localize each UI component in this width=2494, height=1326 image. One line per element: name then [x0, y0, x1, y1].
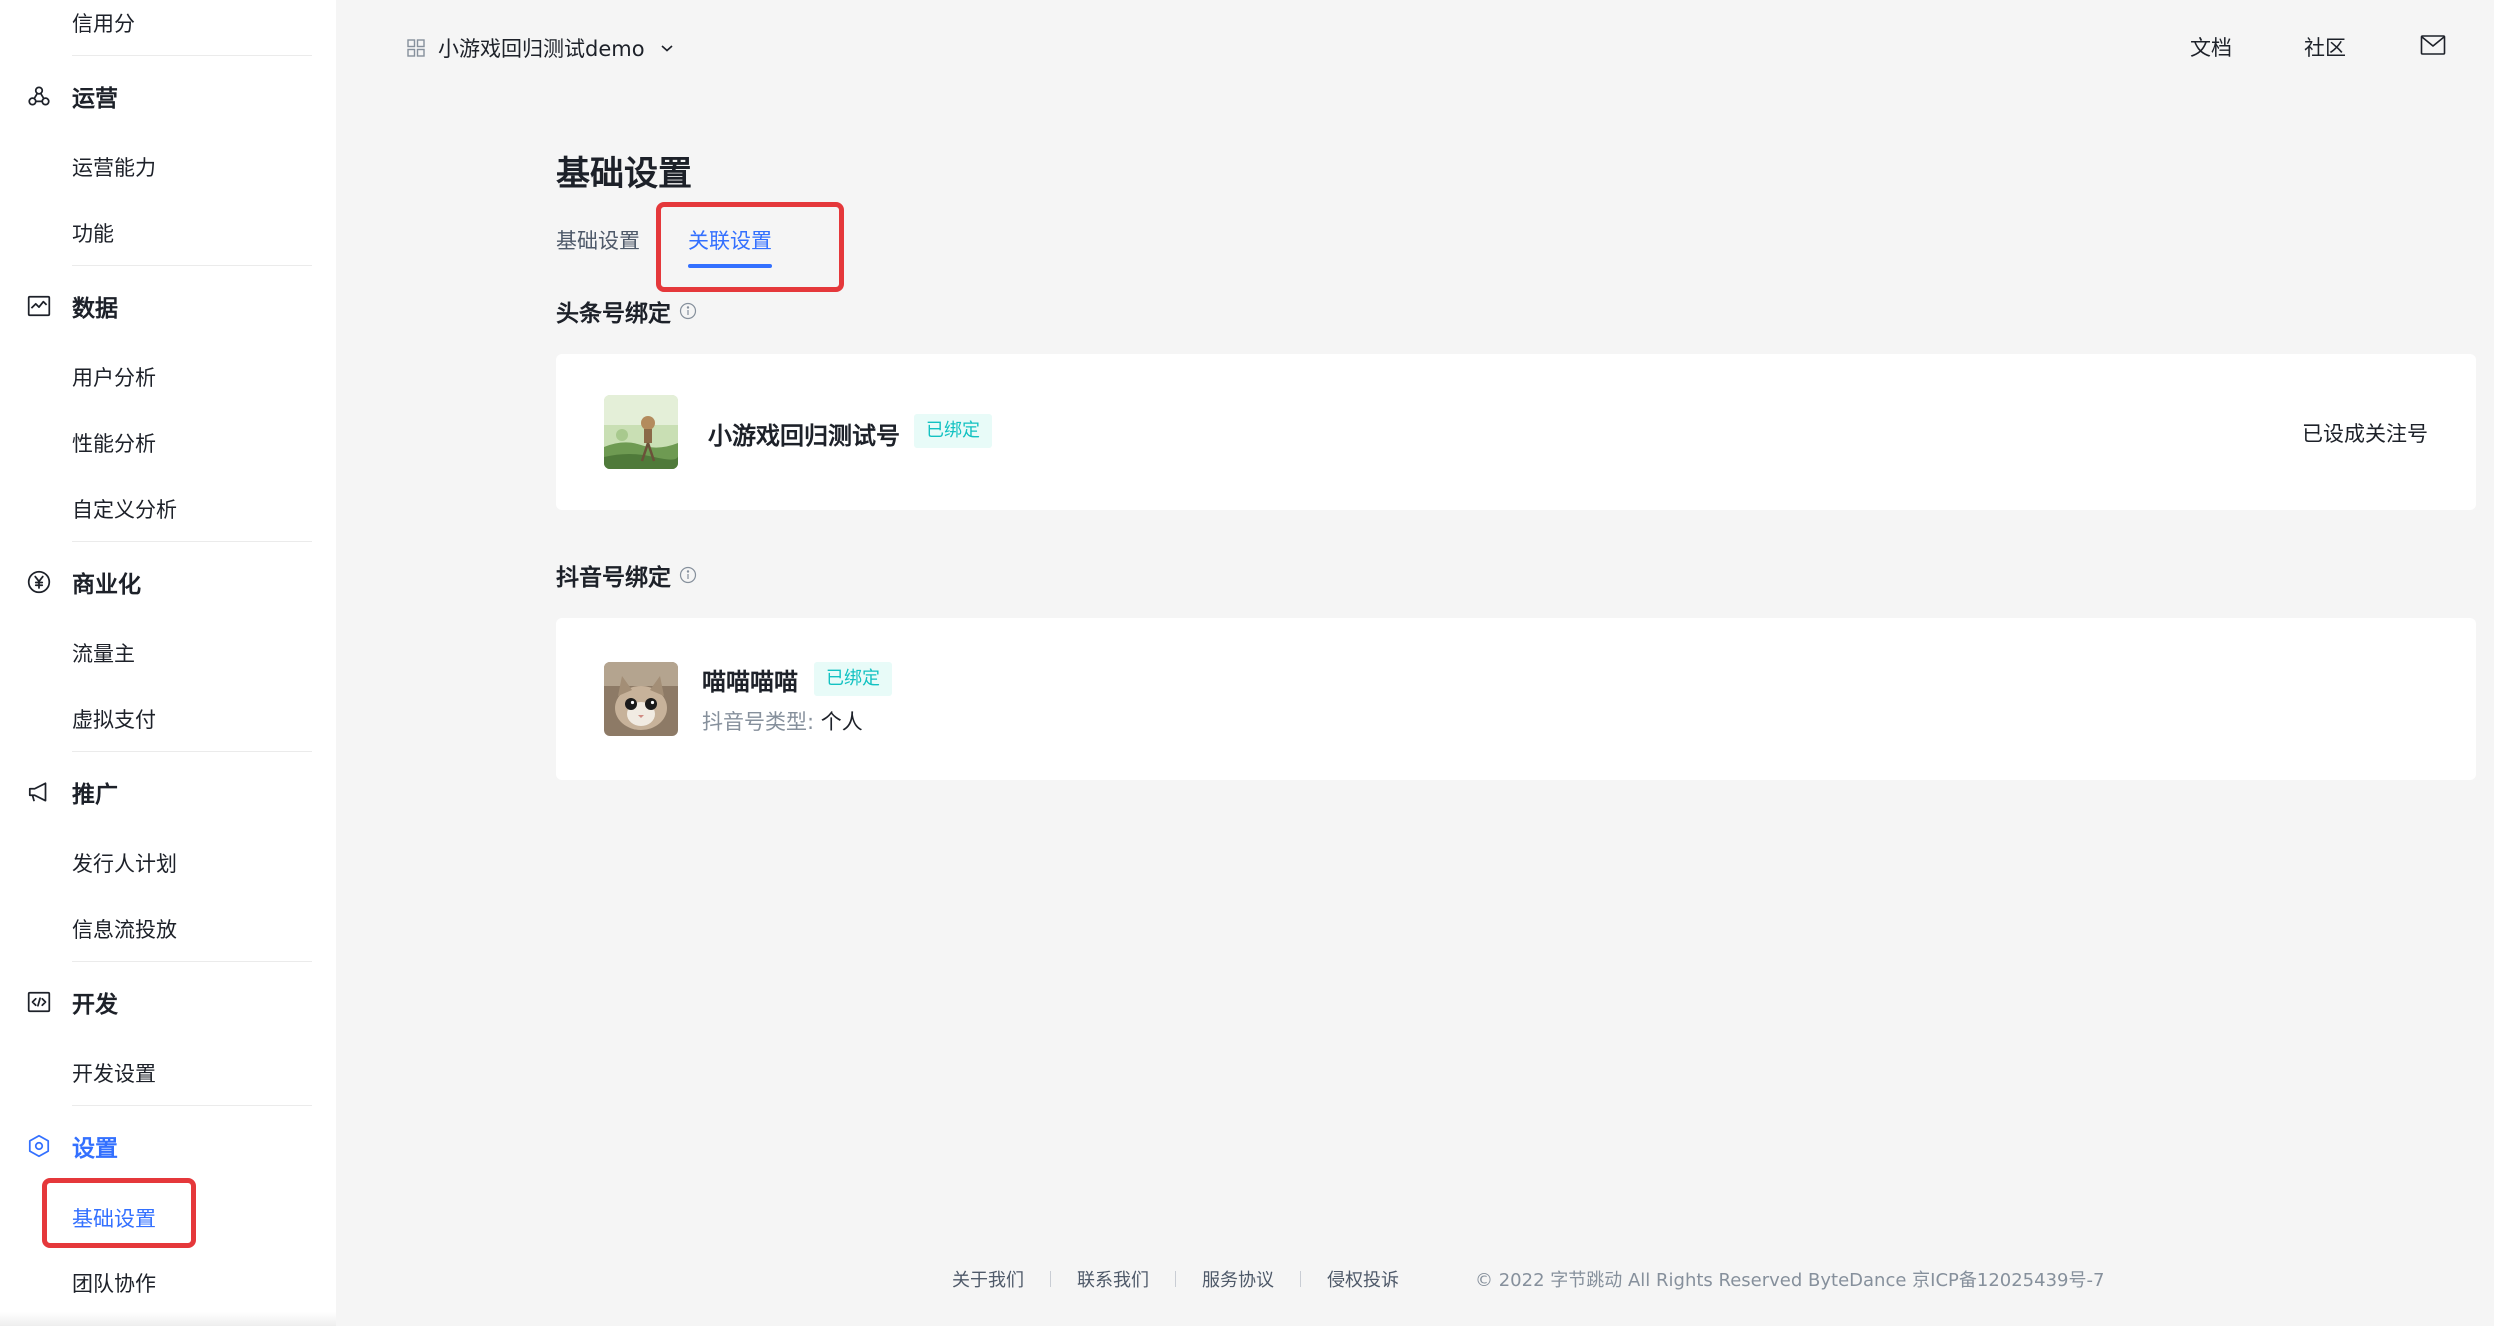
community-link[interactable]: 社区 — [2304, 32, 2346, 62]
app-name: 小游戏回归测试demo — [438, 37, 645, 61]
app-grid-icon — [406, 38, 426, 58]
douyin-account-name: 喵喵喵喵 — [702, 668, 798, 696]
sidebar-item-ops-capability[interactable]: 运营能力 — [72, 154, 156, 182]
sidebar-item-feed-ads[interactable]: 信息流投放 — [72, 916, 177, 944]
sidebar-item-basic-settings[interactable]: 基础设置 — [72, 1205, 156, 1233]
sidebar-item-traffic-owner[interactable]: 流量主 — [72, 640, 135, 668]
sidebar-group-settings[interactable]: 设置 — [24, 1128, 118, 1164]
page-title: 基础设置 — [556, 154, 692, 194]
sidebar-group-promotion[interactable]: 推广 — [24, 774, 118, 810]
douyin-avatar — [604, 662, 678, 736]
douyin-section-title: 抖音号绑定 — [556, 558, 697, 592]
sidebar-item-custom-analysis[interactable]: 自定义分析 — [72, 496, 177, 524]
sidebar-group-data[interactable]: 数据 — [24, 288, 118, 324]
account-type-value: 个人 — [820, 710, 863, 734]
info-icon[interactable] — [679, 566, 697, 584]
sidebar-item-virtual-payment[interactable]: 虚拟支付 — [72, 706, 156, 734]
footer-about-link[interactable]: 关于我们 — [952, 1266, 1024, 1292]
footer-copyright: © 2022 字节跳动 All Rights Reserved ByteDanc… — [1475, 1270, 2105, 1291]
operations-icon — [24, 81, 54, 111]
douyin-account-card: 喵喵喵喵 已绑定 抖音号类型: 个人 — [556, 618, 2476, 780]
toutiao-account-card: 小游戏回归测试号 已绑定 已设成关注号 — [556, 354, 2476, 510]
sidebar-divider — [72, 1105, 312, 1106]
toutiao-avatar — [604, 395, 678, 469]
settings-hex-icon — [24, 1131, 54, 1161]
active-tab-indicator — [688, 264, 772, 268]
sidebar: 信用分 运营 运营能力 功能 数据 用户分析 性能分析 自定义分析 商业化 流量… — [0, 0, 336, 1326]
sidebar-item-features[interactable]: 功能 — [72, 220, 114, 248]
section-title-text: 头条号绑定 — [556, 301, 671, 327]
sidebar-item-team-collaboration[interactable]: 团队协作 — [72, 1270, 156, 1298]
chevron-down-icon — [661, 45, 673, 52]
account-type-label: 抖音号类型: — [702, 710, 815, 734]
tab-basic-settings[interactable]: 基础设置 — [556, 226, 640, 256]
footer-contact-link[interactable]: 联系我们 — [1077, 1266, 1149, 1292]
sidebar-item-publisher-plan[interactable]: 发行人计划 — [72, 850, 177, 878]
docs-link[interactable]: 文档 — [2190, 32, 2232, 62]
footer-separator — [1175, 1271, 1176, 1287]
sidebar-group-label: 开发 — [72, 992, 118, 1018]
info-icon[interactable] — [679, 302, 697, 320]
sidebar-group-label: 商业化 — [72, 572, 141, 598]
footer: 关于我们 联系我们 服务协议 侵权投诉 © 2022 字节跳动 All Righ… — [952, 1266, 2104, 1292]
bound-status-badge: 已绑定 — [914, 414, 992, 448]
sidebar-group-label: 推广 — [72, 782, 118, 808]
sidebar-item-credit-score[interactable]: 信用分 — [72, 10, 135, 38]
sidebar-divider — [72, 961, 312, 962]
toutiao-section-title: 头条号绑定 — [556, 294, 697, 328]
sidebar-item-user-analysis[interactable]: 用户分析 — [72, 364, 156, 392]
sidebar-group-development[interactable]: 开发 — [24, 984, 118, 1020]
megaphone-icon — [24, 777, 54, 807]
sidebar-group-label: 数据 — [72, 296, 118, 322]
sidebar-bottom-edge — [0, 1312, 336, 1326]
sidebar-item-dev-settings[interactable]: 开发设置 — [72, 1060, 156, 1088]
follow-status-text: 已设成关注号 — [2302, 422, 2428, 446]
code-icon — [24, 987, 54, 1017]
footer-separator — [1300, 1271, 1301, 1287]
data-chart-icon — [24, 291, 54, 321]
footer-separator — [1050, 1271, 1051, 1287]
section-title-text: 抖音号绑定 — [556, 565, 671, 591]
sidebar-group-label: 设置 — [72, 1136, 118, 1162]
sidebar-divider — [72, 55, 312, 56]
app-switcher[interactable]: 小游戏回归测试demo — [406, 30, 675, 66]
bound-status-badge: 已绑定 — [814, 662, 892, 696]
sidebar-group-monetization[interactable]: 商业化 — [24, 564, 141, 600]
sidebar-item-performance-analysis[interactable]: 性能分析 — [72, 430, 156, 458]
footer-infringement-link[interactable]: 侵权投诉 — [1327, 1266, 1399, 1292]
footer-terms-link[interactable]: 服务协议 — [1202, 1266, 1274, 1292]
sidebar-divider — [72, 751, 312, 752]
toutiao-account-name: 小游戏回归测试号 — [708, 422, 900, 450]
sidebar-divider — [72, 265, 312, 266]
sidebar-group-label: 运营 — [72, 86, 118, 112]
tab-linked-settings[interactable]: 关联设置 — [688, 226, 772, 256]
sidebar-divider — [72, 541, 312, 542]
yen-coin-icon — [24, 567, 54, 597]
douyin-account-type: 抖音号类型: 个人 — [702, 706, 863, 736]
mail-icon[interactable] — [2420, 34, 2446, 56]
sidebar-group-operations[interactable]: 运营 — [24, 78, 118, 114]
